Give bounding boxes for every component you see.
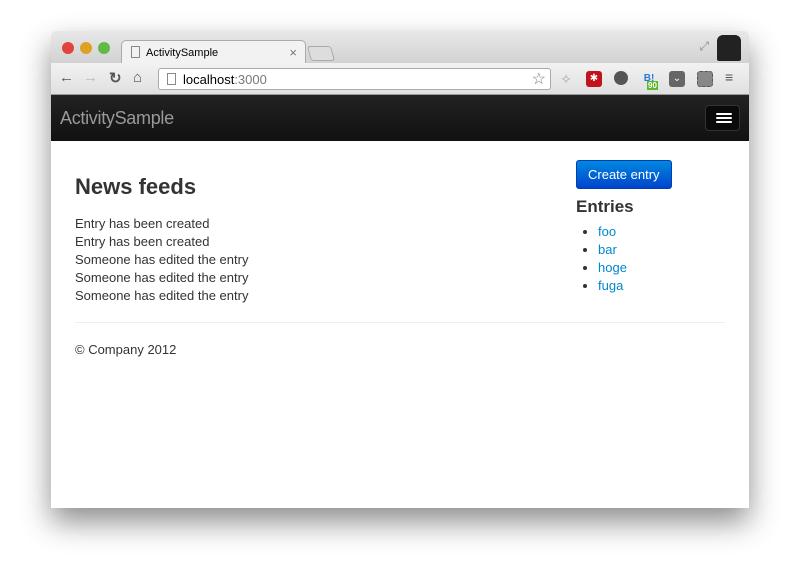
url-host: localhost [183,72,235,87]
feed-item: Entry has been created [75,216,210,231]
close-window-button[interactable] [62,42,74,54]
feed-item: Someone has edited the entry [75,270,249,285]
bookmark-star-icon[interactable]: ☆ [532,69,546,89]
list-item: hoge [598,259,672,277]
pocket-icon[interactable]: ⌄ [669,71,685,87]
zoom-window-button[interactable] [98,42,110,54]
address-bar[interactable]: localhost:3000 ☆ [158,68,551,90]
lastpass-icon[interactable]: ✱ [586,71,602,87]
extension-puzzle-icon[interactable]: ✧ [558,71,574,87]
browser-toolbar: ← → ↻ ⌂ localhost:3000 ☆ ✧ ✱ B! 90 ⌄ ≡ [51,63,749,95]
url-port: :3000 [234,72,267,87]
new-tab-button[interactable] [306,46,336,61]
footer-copyright: © Company 2012 [75,342,177,357]
hatena-count-badge: 90 [647,81,658,90]
sidebar: Create entry Entries foo bar hoge fuga [576,160,672,295]
navbar: ActivitySample [51,95,749,141]
tab-close-icon[interactable]: × [289,45,297,60]
list-item: fuga [598,277,672,295]
divider [75,322,725,323]
entry-link-bar[interactable]: bar [598,242,617,257]
page-title: News feeds [75,174,197,199]
list-item: foo [598,223,672,241]
title-bar: ActivitySample × ⤢ [51,31,749,64]
forward-icon[interactable]: → [83,69,98,86]
feed-item: Someone has edited the entry [75,288,249,303]
create-entry-button[interactable]: Create entry [576,160,672,189]
list-item: bar [598,241,672,259]
entry-link-foo[interactable]: foo [598,224,616,239]
back-icon[interactable]: ← [59,69,74,86]
profile-avatar[interactable] [717,35,741,61]
clock-icon[interactable] [614,71,628,85]
news-feed-list: Entry has been created Entry has been cr… [75,215,248,305]
tab-activitysample[interactable]: ActivitySample × [121,40,306,64]
page-icon [167,73,176,85]
entry-link-fuga[interactable]: fuga [598,278,623,293]
page-icon [131,46,140,58]
menu-icon[interactable]: ≡ [725,69,733,85]
fullscreen-icon[interactable]: ⤢ [699,39,709,54]
entries-list: foo bar hoge fuga [598,223,672,295]
entry-link-hoge[interactable]: hoge [598,260,627,275]
feed-item: Entry has been created [75,234,210,249]
entries-heading: Entries [576,197,634,216]
nav-toggle-button[interactable] [705,105,740,131]
home-icon[interactable]: ⌂ [133,69,142,86]
hatena-bookmark-icon[interactable]: B! 90 [641,71,658,90]
feed-item: Someone has edited the entry [75,252,249,267]
evernote-icon[interactable] [697,71,713,87]
reload-icon[interactable]: ↻ [109,69,122,87]
brand-link[interactable]: ActivitySample [60,108,174,129]
minimize-window-button[interactable] [80,42,92,54]
tab-title: ActivitySample [146,47,219,59]
